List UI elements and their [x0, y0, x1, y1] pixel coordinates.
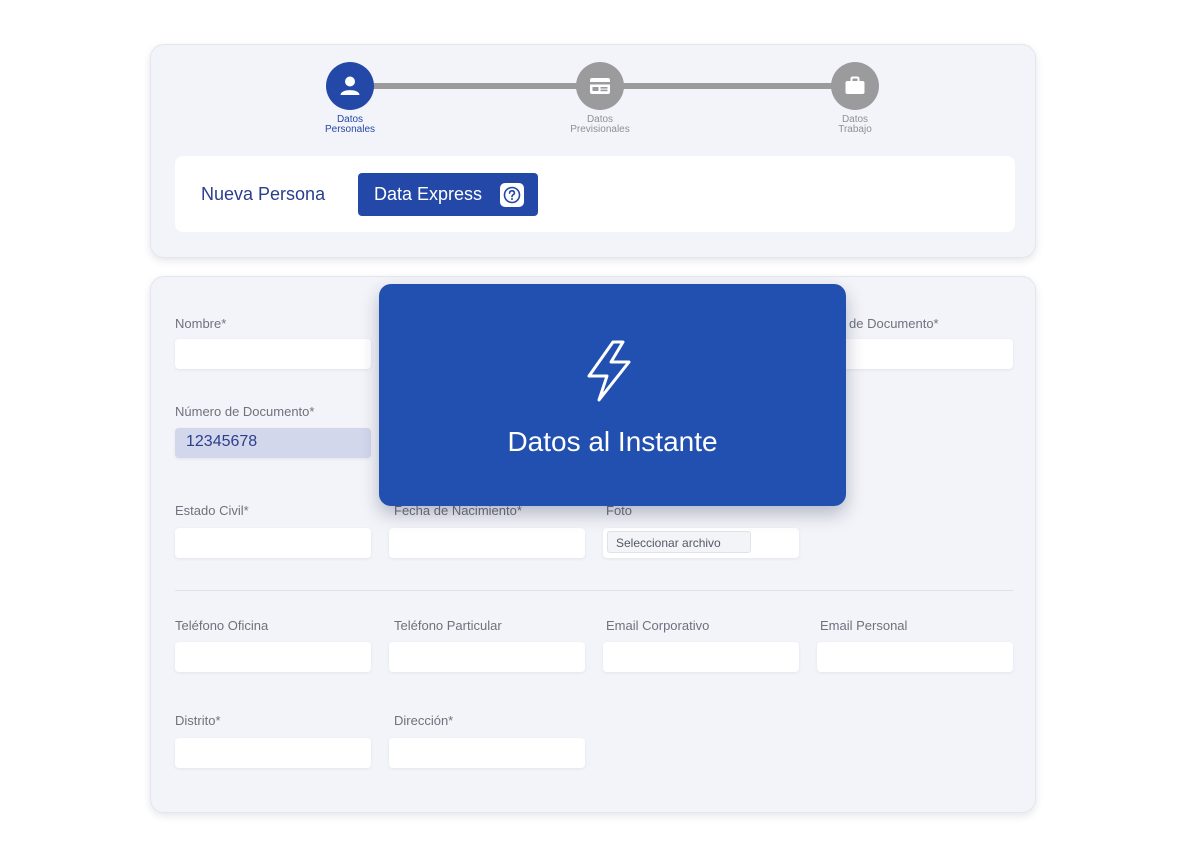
email-personal-label: Email Personal — [820, 618, 908, 633]
briefcase-icon — [831, 62, 879, 110]
step-datos-trabajo[interactable]: Datos Trabajo — [805, 62, 905, 135]
telefono-oficina-label: Teléfono Oficina — [175, 618, 269, 633]
person-header-row: Nueva Persona Data Express — [175, 156, 1015, 232]
estado-civil-input[interactable] — [175, 528, 371, 558]
step-label: Datos Previsionales — [570, 114, 630, 135]
direccion-label: Dirección* — [394, 713, 454, 728]
data-express-label: Data Express — [374, 184, 483, 204]
fecha-nacimiento-input[interactable] — [389, 528, 585, 558]
section-divider — [175, 590, 1013, 591]
distrito-label: Distrito* — [175, 713, 221, 728]
distrito-input[interactable] — [175, 738, 371, 768]
step-datos-personales[interactable]: Datos Personales — [300, 62, 400, 135]
email-personal-input[interactable] — [817, 642, 1013, 672]
stepper-card: Datos Personales Datos Previsionales Dat… — [150, 44, 1036, 258]
email-corporativo-input[interactable] — [603, 642, 799, 672]
person-icon — [326, 62, 374, 110]
lightning-icon — [587, 340, 631, 402]
step-label: Datos Trabajo — [838, 114, 872, 135]
data-express-button[interactable]: Data Express — [358, 173, 538, 216]
page-title: Nueva Persona — [201, 184, 326, 204]
question-icon[interactable] — [500, 183, 524, 207]
card-icon — [576, 62, 624, 110]
telefono-particular-label: Teléfono Particular — [394, 618, 502, 633]
email-corporativo-label: Email Corporativo — [606, 618, 710, 633]
datos-al-instante-panel[interactable]: Datos al Instante — [379, 284, 846, 506]
numero-documento-input[interactable]: 12345678 — [175, 428, 371, 458]
select-file-button[interactable]: Seleccionar archivo — [607, 531, 751, 553]
nombre-label: Nombre* — [175, 316, 227, 331]
nombre-input[interactable] — [175, 339, 371, 369]
step-label: Datos Personales — [324, 114, 376, 135]
foto-field: Seleccionar archivo — [603, 528, 799, 558]
estado-civil-label: Estado Civil* — [175, 503, 249, 518]
numero-documento-label: Número de Documento* — [175, 404, 315, 419]
step-datos-previsionales[interactable]: Datos Previsionales — [550, 62, 650, 135]
telefono-oficina-input[interactable] — [175, 642, 371, 672]
tipo-documento-label: de Documento* — [849, 316, 939, 331]
direccion-input[interactable] — [389, 738, 585, 768]
tipo-documento-input[interactable] — [817, 339, 1013, 369]
telefono-particular-input[interactable] — [389, 642, 585, 672]
overlay-title: Datos al Instante — [507, 426, 718, 457]
